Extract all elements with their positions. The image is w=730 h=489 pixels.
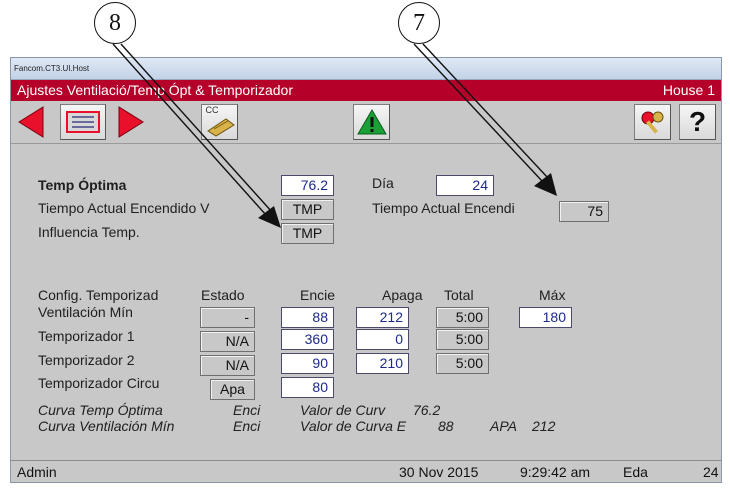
main-content: Temp Óptima 76.2 Día 24 Tiempo Actual En… [11,145,721,461]
curve-temp-optima-value: 76.2 [413,402,441,418]
temp-optima-label: Temp Óptima [38,177,127,193]
app-window: Fancom.CT3.UI.Host Ajustes Ventilació/Te… [10,57,722,483]
status-day: 24 [703,464,719,480]
temporizador-circu-encie-field[interactable]: 80 [281,377,334,398]
arrow-left-icon [18,106,44,138]
tiempo-actual-enc-value: 75 [559,201,609,222]
col-max-header: Máx [539,287,566,303]
curve-ventilacion-min-name: Curva Ventilación Mín [38,418,175,434]
ventilacion-min-total: 5:00 [436,307,489,328]
curve-temp-optima-state: Enci [233,402,261,418]
temporizador-2-estado: N/A [200,355,255,376]
window-titlebar: Fancom.CT3.UI.Host [11,58,721,80]
temporizador-2-encie-field[interactable]: 90 [281,353,334,374]
alarm-button[interactable] [353,104,390,140]
login-button[interactable] [634,104,671,140]
curve-ventilacion-min-apa-label: APA [490,418,517,434]
keys-icon [641,111,663,134]
status-bar: Admin 30 Nov 2015 9:29:42 am Eda 24 [11,460,721,482]
temporizador-circu-estado: Apa [210,379,255,400]
temporizador-1-encie-field[interactable]: 360 [281,329,334,350]
arrow-right-icon [118,106,144,138]
ventilacion-min-encie-field[interactable]: 88 [281,307,334,328]
ventilacion-min-apaga-field[interactable]: 212 [356,307,409,328]
influencia-value: TMP [281,223,334,244]
status-time: 9:29:42 am [520,464,591,480]
prev-button[interactable] [17,105,47,139]
tiempo-actual-vent-value: TMP [281,199,334,220]
col-encie-header: Encie [300,287,336,303]
card-reader-button[interactable]: CC [201,104,238,140]
curve-ventilacion-min-value: 88 [438,418,454,434]
col-config-header: Config. Temporizad [38,287,159,303]
temporizador-1-total: 5:00 [436,329,489,350]
temporizador-1-apaga-field[interactable]: 0 [356,329,409,350]
curve-temp-optima-name: Curva Temp Óptima [38,402,163,418]
card-reader-icon: CC [204,105,236,137]
status-user: Admin [17,464,57,480]
tiempo-actual-vent-label: Tiempo Actual Encendido V [38,200,210,216]
curve-ventilacion-min-label: Valor de Curva E [300,418,407,434]
status-mode: Eda [623,464,648,480]
curve-ventilacion-min-apa-value: 212 [532,418,556,434]
dia-label: Día [372,175,394,191]
temporizador-1-estado: N/A [200,331,255,352]
ventilacion-min-estado: - [200,307,255,328]
warning-icon [356,109,387,135]
row-ventilacion-min-label: Ventilación Mín [38,304,133,320]
dia-field[interactable]: 24 [436,175,494,196]
list-icon [66,111,100,133]
list-button[interactable] [60,104,106,140]
row-temporizador-2-label: Temporizador 2 [38,352,135,368]
help-button[interactable]: ? [679,104,716,140]
row-temporizador-circu-label: Temporizador Circu [38,375,160,391]
status-date: 30 Nov 2015 [399,464,479,480]
col-apaga-header: Apaga [382,287,423,303]
curve-ventilacion-min-state: Enci [233,418,261,434]
card-reader-graphic [206,118,235,137]
row-temporizador-1-label: Temporizador 1 [38,328,135,344]
col-total-header: Total [444,287,474,303]
callout-7: 7 [398,2,440,44]
help-icon: ? [688,106,707,137]
callout-8: 8 [94,2,136,44]
temp-optima-field[interactable]: 76.2 [281,175,334,196]
temporizador-2-apaga-field[interactable]: 210 [356,353,409,374]
tiempo-actual-enc-label: Tiempo Actual Encendi [372,200,515,216]
next-button[interactable] [115,105,145,139]
header-bar: Ajustes Ventilació/Temp Ópt & Temporizad… [11,80,721,101]
curve-temp-optima-label: Valor de Curv [300,402,386,418]
temporizador-2-total: 5:00 [436,353,489,374]
page-title: Ajustes Ventilació/Temp Ópt & Temporizad… [17,82,293,98]
ventilacion-min-max-field[interactable]: 180 [519,307,572,328]
influencia-label: Influencia Temp. [38,224,140,240]
toolbar: CC ? [11,101,721,144]
col-estado-header: Estado [201,287,245,303]
house-label: House 1 [662,82,715,98]
